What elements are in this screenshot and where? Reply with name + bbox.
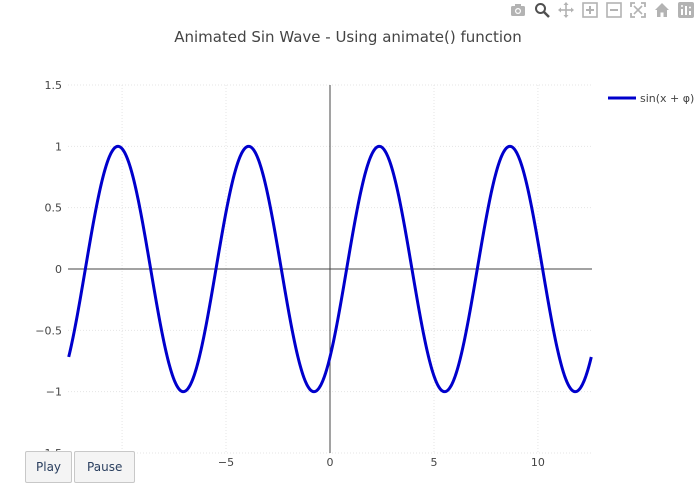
y-tick-label: 0.5 bbox=[45, 202, 63, 215]
legend[interactable]: sin(x + φ) bbox=[608, 92, 694, 105]
y-tick-label: 1.5 bbox=[45, 79, 63, 92]
y-tick-label: 1 bbox=[55, 140, 62, 153]
play-button[interactable]: Play bbox=[25, 451, 73, 483]
animation-controls: Play Pause bbox=[25, 451, 136, 483]
x-tick-labels: −10−50510 bbox=[110, 456, 544, 469]
y-tick-label: −1 bbox=[46, 386, 62, 399]
chart: Animated Sin Wave - Using animate() func… bbox=[35, 28, 694, 469]
x-tick-label: 10 bbox=[531, 456, 545, 469]
x-tick-label: 5 bbox=[430, 456, 437, 469]
zero-lines bbox=[68, 85, 592, 453]
chart-title: Animated Sin Wave - Using animate() func… bbox=[174, 28, 522, 46]
y-tick-labels: 1.510.50−0.5−1−1.5 bbox=[35, 79, 62, 460]
y-tick-label: −0.5 bbox=[35, 324, 62, 337]
y-tick-label: 0 bbox=[55, 263, 62, 276]
pause-button[interactable]: Pause bbox=[74, 451, 136, 483]
x-tick-label: −5 bbox=[218, 456, 234, 469]
x-tick-label: 0 bbox=[327, 456, 334, 469]
legend-label: sin(x + φ) bbox=[640, 92, 694, 105]
